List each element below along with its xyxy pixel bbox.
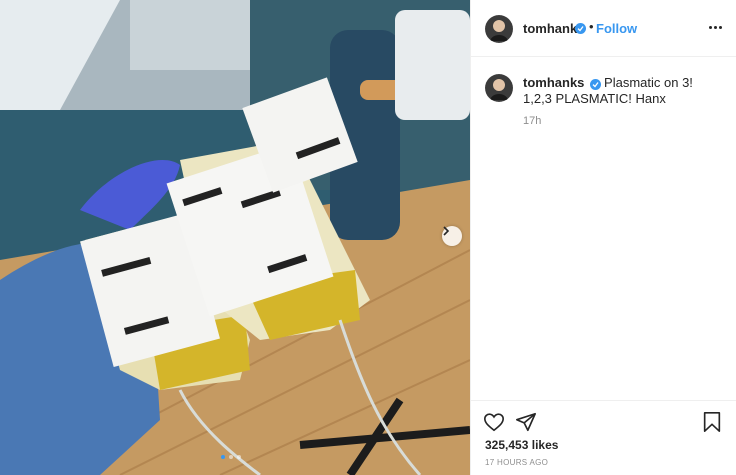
share-icon (516, 412, 536, 432)
post-photo[interactable] (0, 0, 470, 475)
carousel-next-button[interactable] (442, 226, 462, 246)
post-header: tomhanks • Follow (471, 0, 736, 57)
window-pane (130, 0, 250, 70)
heart-icon (484, 413, 504, 432)
likes-count[interactable]: 325,453 likes (485, 438, 558, 452)
post-side-panel: tomhanks • Follow tomhanks Plasmatic on … (470, 0, 736, 475)
avatar[interactable] (485, 15, 513, 43)
caption-avatar[interactable] (485, 74, 513, 102)
chevron-right-icon (443, 226, 450, 236)
caption-text-block: tomhanks Plasmatic on 3! 1,2,3 PLASMATIC… (523, 75, 723, 107)
profile-picture-icon (485, 74, 513, 102)
carousel-dot (237, 455, 241, 459)
carousel-dot (221, 455, 225, 459)
share-button[interactable] (515, 411, 537, 433)
bookmark-icon (703, 412, 721, 432)
save-button[interactable] (701, 411, 723, 433)
likes-label: likes (531, 438, 559, 452)
post-date[interactable]: 17 HOURS AGO (485, 458, 548, 467)
like-button[interactable] (483, 411, 505, 433)
verified-badge-icon (590, 79, 602, 90)
follow-button[interactable]: Follow (596, 21, 637, 36)
verified-badge-icon (575, 23, 586, 34)
likes-number: 325,453 (485, 438, 529, 452)
carousel-indicator (221, 455, 241, 459)
post-actions: 325,453 likes 17 HOURS AGO (471, 400, 736, 475)
caption-timestamp[interactable]: 17h (523, 115, 541, 127)
more-options-icon[interactable] (707, 21, 723, 33)
machine (395, 10, 470, 120)
header-separator: • (589, 19, 594, 34)
carousel-dot (229, 455, 233, 459)
caption-username[interactable]: tomhanks (523, 75, 584, 90)
profile-picture-icon (485, 15, 513, 43)
photo-plasma-bags (0, 0, 470, 475)
